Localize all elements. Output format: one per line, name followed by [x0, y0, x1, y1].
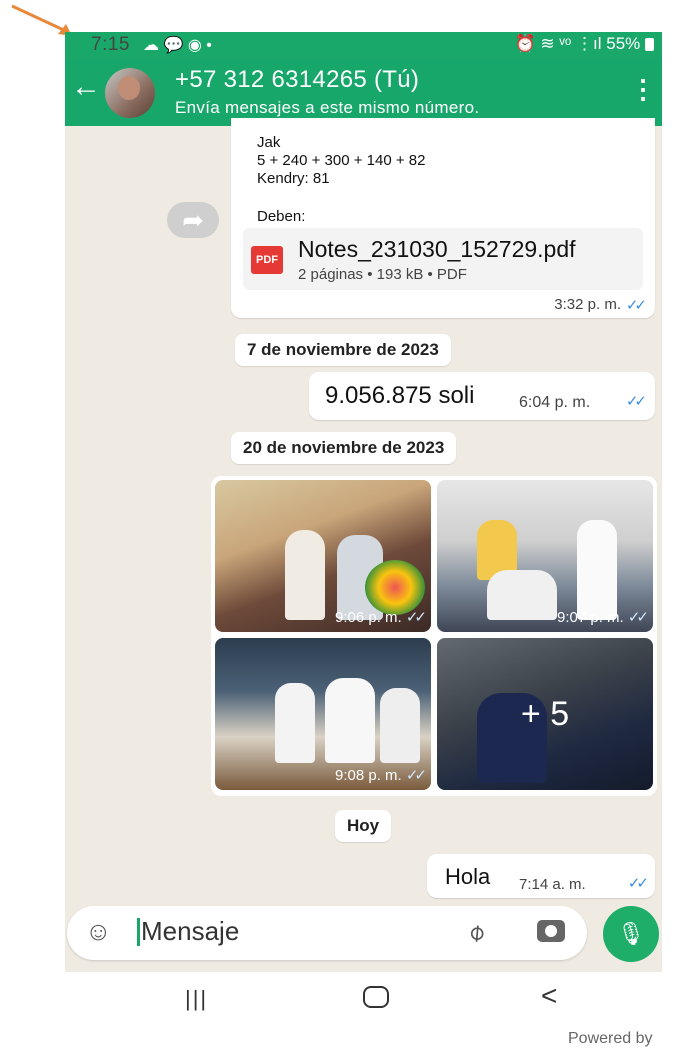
message-hola[interactable]: Hola 7:14 a. m. ✓✓: [427, 854, 655, 898]
read-ticks-icon: ✓✓: [625, 393, 647, 410]
date-chip: 20 de noviembre de 2023: [231, 432, 457, 464]
back-nav-icon[interactable]: <: [541, 980, 557, 1012]
recent-apps-icon[interactable]: |||: [185, 986, 208, 1012]
pdf-file-icon: PDF: [251, 246, 283, 274]
avatar[interactable]: [105, 68, 155, 118]
photo-2[interactable]: 9:07 p. m. ✓✓: [437, 480, 653, 632]
message-time: 7:14 a. m.: [519, 876, 586, 893]
camera-icon[interactable]: [537, 920, 565, 942]
message-text: 9.056.875 soli: [325, 382, 475, 409]
status-bar: 7:15 ☁ 💬 ◉ • ⏰ ≋ ᵛᵒ ⋮ıl 55%: [65, 32, 662, 60]
powered-by-text: Powered by: [568, 1030, 653, 1047]
system-nav-bar: ||| <: [65, 972, 662, 1028]
message-line: Jak: [257, 134, 281, 151]
message-time: 6:04 p. m.: [519, 394, 591, 411]
mic-button[interactable]: 🎙: [603, 906, 659, 962]
message-text: Hola: [445, 864, 491, 889]
system-icons: ⏰ ≋ ᵛᵒ ⋮ıl: [514, 34, 602, 53]
message-line: 5 + 240 + 300 + 140 + 82: [257, 152, 426, 169]
photo-3[interactable]: 9:08 p. m. ✓✓: [215, 638, 431, 790]
message-time: 3:32 p. m.: [554, 296, 621, 313]
home-icon[interactable]: [363, 986, 389, 1008]
message-soli[interactable]: 9.056.875 soli 6:04 p. m. ✓✓: [309, 372, 655, 420]
contact-subtitle: Envía mensajes a este mismo número.: [175, 98, 480, 117]
message-line: Kendry: 81: [257, 170, 330, 187]
attach-icon[interactable]: ⌀: [461, 917, 491, 949]
status-right: ⏰ ≋ ᵛᵒ ⋮ıl 55%: [515, 34, 654, 54]
chat-header: ← +57 312 6314265 (Tú) Envía mensajes a …: [65, 60, 662, 126]
photo-4[interactable]: + 5: [437, 638, 653, 790]
message-composer: ☺ Mensaje ⌀: [67, 906, 587, 960]
message-line: Deben:: [257, 208, 306, 225]
photo-1[interactable]: 9:06 p. m. ✓✓: [215, 480, 431, 632]
notification-icons: ☁ 💬 ◉ •: [143, 37, 212, 54]
back-arrow-icon[interactable]: ←: [71, 72, 101, 102]
contact-name[interactable]: +57 312 6314265 (Tú): [175, 66, 419, 94]
phone-screen: 7:15 ☁ 💬 ◉ • ⏰ ≋ ᵛᵒ ⋮ıl 55% ← +57 312 63…: [65, 32, 662, 1028]
photo-time: 9:07 p. m. ✓✓: [556, 609, 649, 626]
text-cursor: [137, 918, 140, 946]
photo-time: 9:06 p. m. ✓✓: [334, 609, 427, 626]
read-ticks-icon: ✓✓: [625, 297, 647, 314]
more-photos-count: + 5: [437, 638, 653, 790]
message-pdf[interactable]: Jak 5 + 240 + 300 + 140 + 82 Kendry: 81 …: [231, 118, 655, 318]
mic-icon: 🎙: [617, 921, 645, 946]
battery-icon: [645, 38, 654, 52]
battery-level: 55%: [606, 34, 641, 53]
forward-icon[interactable]: ➦: [167, 202, 219, 238]
message-input[interactable]: Mensaje: [141, 916, 239, 947]
read-ticks-icon: ✓✓: [627, 875, 649, 892]
status-time: 7:15: [91, 34, 130, 55]
pdf-attachment[interactable]: PDF Notes_231030_152729.pdf 2 páginas • …: [243, 228, 643, 290]
photo-time: 9:08 p. m. ✓✓: [334, 767, 427, 784]
emoji-icon[interactable]: ☺: [85, 916, 112, 947]
pdf-file-meta: 2 páginas • 193 kB • PDF: [298, 266, 467, 283]
photo-grid: 9:06 p. m. ✓✓ 9:07 p. m. ✓✓ 9:08 p. m. ✓…: [211, 476, 657, 796]
date-chip: 7 de noviembre de 2023: [235, 334, 451, 366]
pdf-file-name: Notes_231030_152729.pdf: [298, 236, 576, 262]
date-chip: Hoy: [335, 810, 392, 842]
more-options-icon[interactable]: ⋮: [630, 74, 656, 105]
